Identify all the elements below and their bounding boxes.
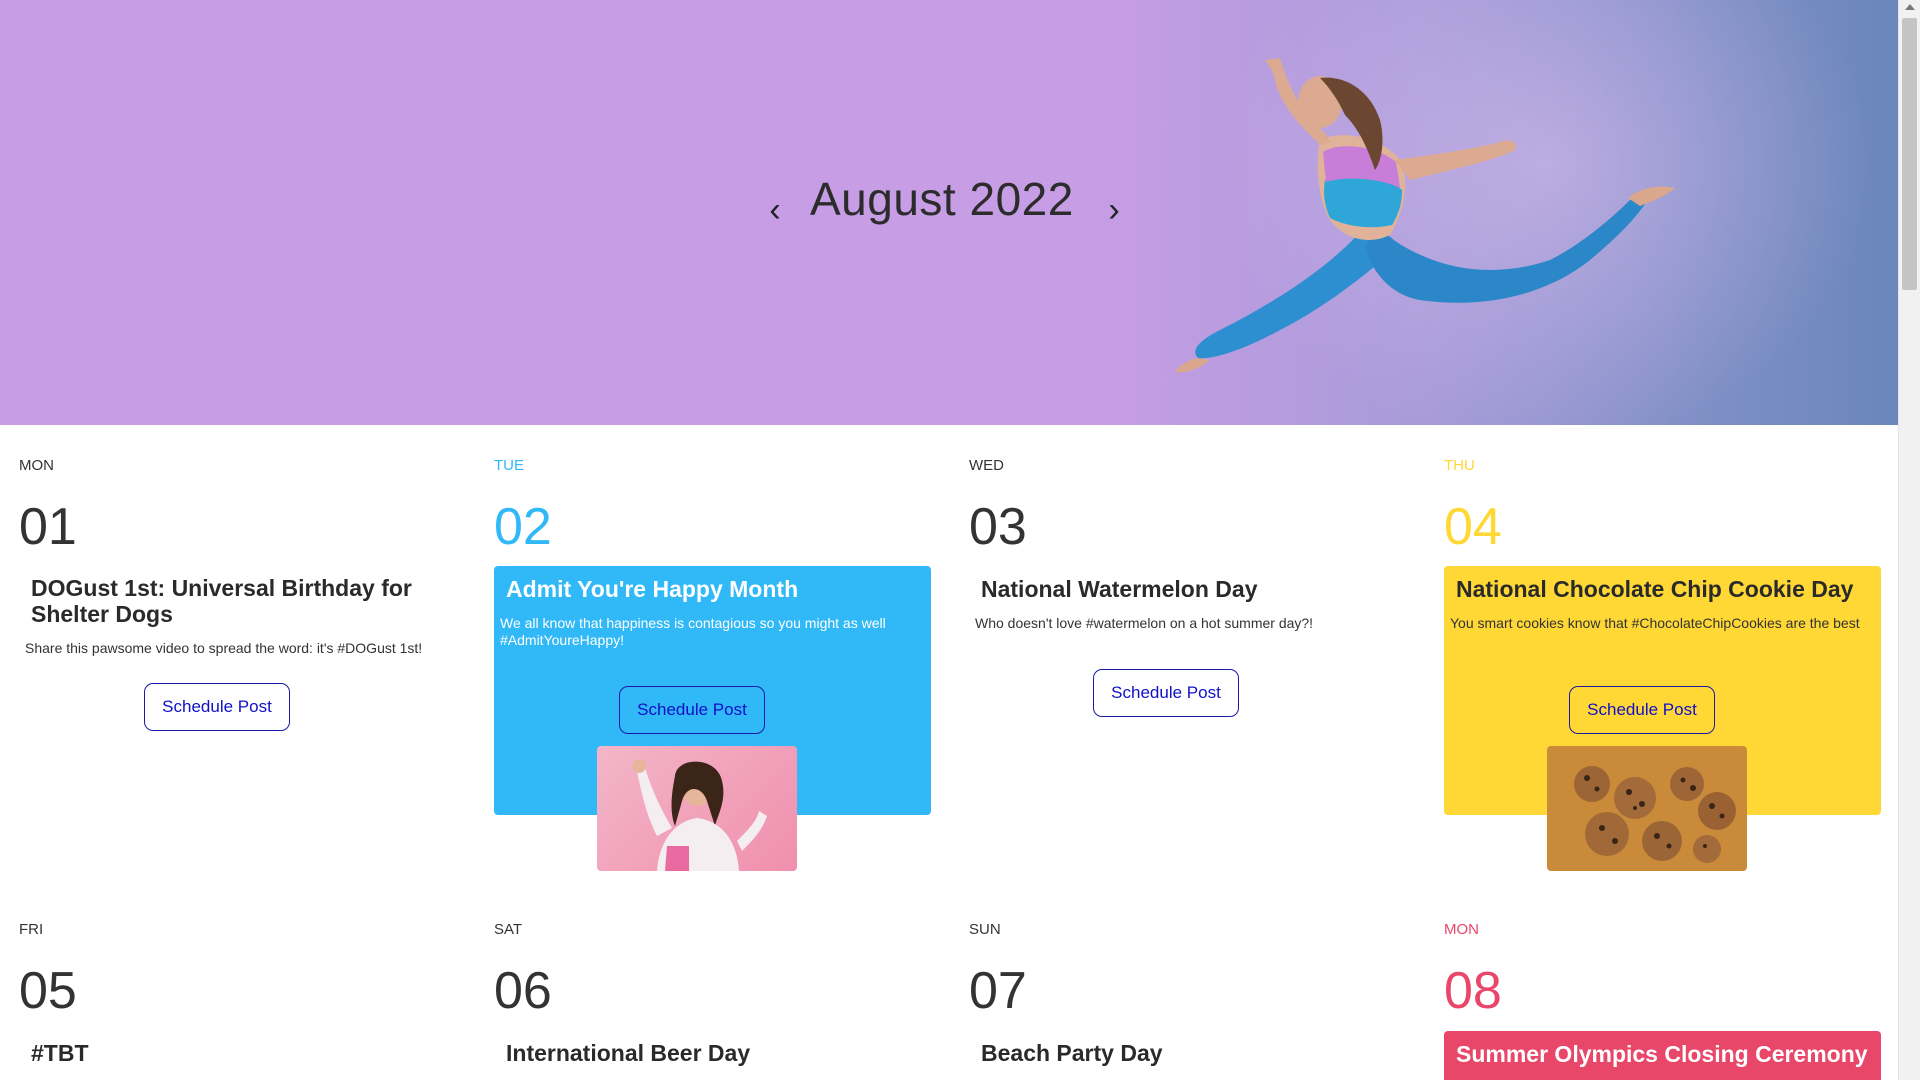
weekday-label: TUE: [494, 457, 524, 474]
calendar-day-05: FRI 05 #TBT: [0, 890, 440, 1080]
schedule-post-button[interactable]: Schedule Post: [144, 683, 290, 731]
event-title: International Beer Day: [506, 1040, 751, 1066]
chevron-left-icon: ‹: [769, 190, 781, 229]
day-number: 07: [969, 962, 1027, 1020]
event-card: Beach Party Day: [969, 1030, 1406, 1080]
weekday-label: SUN: [969, 921, 1001, 938]
weekday-label: MON: [19, 457, 54, 474]
smiling-woman-photo: [597, 746, 797, 871]
woman-illustration: [632, 759, 767, 871]
calendar-day-07: SUN 07 Beach Party Day: [950, 890, 1390, 1080]
day-number: 06: [494, 962, 552, 1020]
calendar-day-06: SAT 06 International Beer Day: [475, 890, 915, 1080]
scroll-thumb[interactable]: [1902, 18, 1917, 290]
day-number: 04: [1444, 498, 1502, 556]
day-number: 08: [1444, 962, 1502, 1020]
event-card: International Beer Day: [494, 1030, 931, 1080]
chevron-right-icon: ›: [1108, 190, 1120, 229]
event-title: #TBT: [31, 1040, 89, 1066]
scroll-up-icon[interactable]: [1905, 4, 1915, 10]
event-description: Share this pawsome video to spread the w…: [25, 640, 423, 656]
jumping-athlete-image: [1175, 58, 1675, 373]
schedule-post-button[interactable]: Schedule Post: [1093, 669, 1239, 717]
month-title: August 2022: [810, 173, 1074, 225]
previous-month-button[interactable]: ‹: [760, 190, 790, 230]
weekday-label: WED: [969, 457, 1004, 474]
calendar-day-04: THU 04 National Chocolate Chip Cookie Da…: [1425, 425, 1881, 890]
calendar-day-01: MON 01 DOGust 1st: Universal Birthday fo…: [0, 425, 440, 890]
event-description: You smart cookies know that #ChocolateCh…: [1450, 615, 1860, 631]
day-number: 05: [19, 962, 77, 1020]
event-title: DOGust 1st: Universal Birthday for Shelt…: [31, 575, 412, 627]
event-description: We all know that happiness is contagious…: [500, 615, 886, 648]
event-title: Summer Olympics Closing Ceremony: [1456, 1041, 1868, 1067]
event-title: Beach Party Day: [981, 1040, 1163, 1066]
day-number: 02: [494, 498, 552, 556]
event-title: Admit You're Happy Month: [506, 576, 799, 602]
weekday-label: FRI: [19, 921, 44, 938]
event-card: National Watermelon Day Who doesn't love…: [969, 566, 1406, 766]
weekday-label: MON: [1444, 921, 1479, 938]
event-title: National Watermelon Day: [981, 576, 1258, 602]
cookies-photo: [1547, 746, 1747, 871]
schedule-post-button[interactable]: Schedule Post: [1569, 686, 1715, 734]
event-card: DOGust 1st: Universal Birthday for Shelt…: [19, 565, 456, 765]
event-card: #TBT: [19, 1030, 456, 1080]
calendar-day-02: TUE 02 Admit You're Happy Month We all k…: [475, 425, 931, 890]
calendar-day-03: WED 03 National Watermelon Day Who doesn…: [950, 425, 1390, 890]
hero-banner: ‹ August 2022 ›: [0, 0, 1898, 425]
cookies-illustration: [1574, 766, 1736, 863]
day-number: 03: [969, 498, 1027, 556]
event-description: Who doesn't love #watermelon on a hot su…: [975, 615, 1314, 631]
calendar-day-08: MON 08 Summer Olympics Closing Ceremony: [1425, 890, 1881, 1080]
page-scrollbar[interactable]: [1898, 0, 1920, 1080]
day-number: 01: [19, 498, 77, 556]
schedule-post-button[interactable]: Schedule Post: [619, 686, 765, 734]
next-month-button[interactable]: ›: [1099, 190, 1129, 230]
event-card: Summer Olympics Closing Ceremony: [1444, 1031, 1881, 1080]
weekday-label: THU: [1444, 457, 1475, 474]
weekday-label: SAT: [494, 921, 523, 938]
event-title: National Chocolate Chip Cookie Day: [1456, 576, 1854, 602]
